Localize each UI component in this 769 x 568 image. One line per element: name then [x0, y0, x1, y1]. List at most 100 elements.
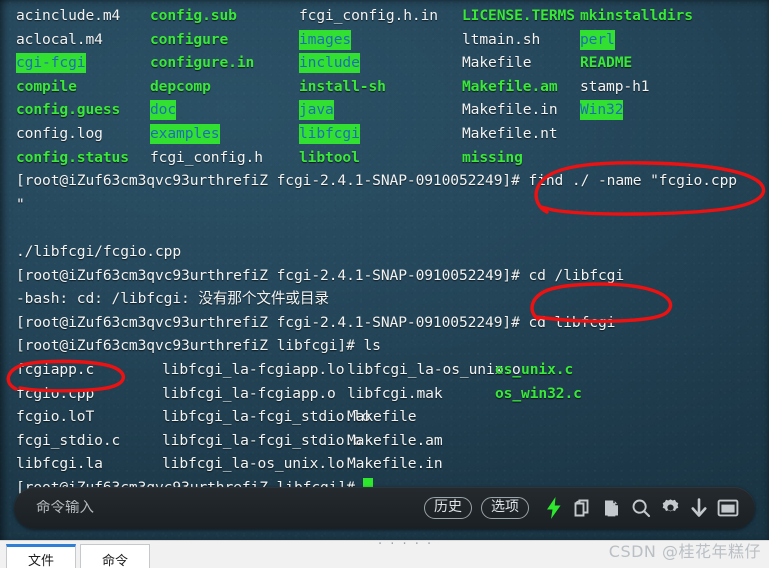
cd-error-message: -bash: cd: /libfcgi: 没有那个文件或目录 [16, 290, 329, 308]
ls-entry: Makefile.nt [462, 122, 580, 146]
ls-row: config.status fcgi_config.h libtool missing [16, 146, 769, 170]
ls-entry-name-dir: java [299, 100, 334, 121]
terminal-line-cd-rel: [root@iZuf63cm3qvc93urthrefiZ fcgi-2.4.1… [16, 311, 769, 335]
ls-entry: config.status [16, 146, 150, 170]
options-button[interactable]: 选项 [481, 496, 529, 520]
paste-icon[interactable] [599, 495, 625, 521]
command-bar: 历史 选项 [14, 487, 755, 529]
ls-entry-name-plain: Makefile.in [462, 101, 558, 119]
ls-entry: Win32 [580, 98, 710, 122]
ls-entry: Makefile.am [347, 429, 495, 453]
ls-entry-name-plain: fcgio.loT [16, 408, 95, 426]
ls-entry-name-plain: fcgio.cpp [16, 384, 95, 402]
resize-grip-dots[interactable]: · · · · · [378, 537, 433, 552]
ls-entry-name-exec: config.sub [150, 7, 237, 24]
ls-entry-name-plain: Makefile.in [347, 455, 443, 473]
ls-entry: config.log [16, 122, 150, 146]
ls-entry: libfcgi_la-os_unix.lo [162, 452, 347, 476]
ls-entry-name-exec: config.guess [16, 101, 121, 119]
ls-entry-name-exec: install-sh [299, 77, 386, 95]
ls-entry: missing [462, 146, 580, 170]
ls-entry-name-plain: libfcgi.mak [347, 384, 443, 402]
ls-entry: config.sub [150, 4, 299, 28]
ls-entry-name-exec: LICENSE.TERMS [462, 7, 575, 24]
ls-entry: compile [16, 75, 150, 99]
window-icon[interactable] [715, 495, 741, 521]
ls-entry-name-dir: Win32 [580, 100, 624, 121]
ls-entry: cgi-fcgi [16, 51, 150, 75]
ls-entry-name-plain: libfcgi_la-os_unix.lo [162, 455, 345, 473]
ls-entry-name-plain: fcgi_config.h.in [299, 7, 438, 24]
ls-entry: fcgi_stdio.c [16, 429, 162, 453]
ls-command-text: ls [363, 337, 381, 355]
terminal-window[interactable]: acinclude.m4 config.sub fcgi_config.h.in LI… [0, 0, 769, 540]
ls-entry-name-exec: compile [16, 77, 77, 95]
download-icon[interactable] [686, 495, 712, 521]
ls-entry-name-plain: acinclude.m4 [16, 7, 121, 24]
ls-entry: libfcgi.mak [347, 382, 495, 406]
gear-icon[interactable] [657, 495, 683, 521]
shell-prompt-libfcgi: [root@iZuf63cm3qvc93urthrefiZ libfcgi]# [16, 337, 364, 355]
ls-entry: libfcgi_la-os_unix.o [347, 358, 521, 382]
command-input[interactable] [36, 500, 424, 516]
ls-entry-name-plain: ltmain.sh [462, 30, 541, 48]
ls-entry-name-plain: Makefile.nt [462, 124, 558, 142]
ls-entry: configure [150, 28, 299, 52]
ls-entry: ltmain.sh [462, 28, 580, 52]
ls-row: fcgio.cpp libfcgi_la-fcgiapp.o libfcgi.mak… [16, 382, 769, 406]
terminal-line-cd-abs: [root@iZuf63cm3qvc93urthrefiZ fcgi-2.4.1… [16, 264, 769, 288]
ls-entry: README [580, 51, 710, 75]
ls-entry-name-dir: perl [580, 29, 615, 50]
ls-entry: acinclude.m4 [16, 4, 150, 28]
cd-abs-command-text: cd /libfcgi [528, 266, 625, 284]
copy-icon[interactable] [570, 495, 596, 521]
ls-entry: Makefile [462, 51, 580, 75]
shell-prompt: [root@iZuf63cm3qvc93urthrefiZ fcgi-2.4.1… [16, 313, 529, 331]
ls-entry-name-exec: mkinstalldirs [580, 7, 693, 24]
ls-entry: doc [150, 98, 299, 122]
ls-entry: libfcgi_la-fcgiapp.lo [162, 358, 347, 382]
ls-entry: libfcgi.la [16, 452, 162, 476]
ls-row: libfcgi.la libfcgi_la-os_unix.lo Makefile.… [16, 452, 769, 476]
watermark: CSDN @桂花年糕仔 [608, 542, 761, 561]
ls-entry-name-exec: config.status [16, 148, 129, 166]
search-icon[interactable] [628, 495, 654, 521]
ls-entry: mkinstalldirs [580, 4, 710, 28]
ls-row: compile depcomp install-sh Makefile.am stamp… [16, 75, 769, 99]
ls-entry: libtool [299, 146, 462, 170]
ls-entry-name-exec: depcomp [150, 77, 211, 95]
ls-entry: libfcgi_la-fcgi_stdio.lo [162, 405, 371, 429]
command-bar-container: 历史 选项 [0, 487, 769, 535]
ls-entry-name-exec: missing [462, 148, 523, 166]
ls-entry-name-exec: libtool [299, 148, 360, 166]
ls-entry: config.guess [16, 98, 150, 122]
screenshot-root: acinclude.m4 config.sub fcgi_config.h.in LI… [0, 0, 769, 568]
ls-entry: depcomp [150, 75, 299, 99]
ls-entry: Makefile [347, 405, 495, 429]
ls-row: config.guess doc java Makefile.in Win32 [16, 98, 769, 122]
ls-entry-name-plain: libfcgi_la-fcgi_stdio.o [162, 431, 362, 449]
ls-entry: libfcgi_la-fcgiapp.o [162, 382, 347, 406]
ls-entry: fcgio.cpp [16, 382, 162, 406]
footer-tab-1[interactable]: 命令 [80, 544, 150, 568]
ls-entry: Makefile.in [347, 452, 495, 476]
ls-entry: java [299, 98, 462, 122]
tab-strip: 文件 命令 [6, 544, 150, 568]
ls-entry-name-plain: config.log [16, 124, 103, 142]
ls-entry-name-plain: fcgi_config.h [150, 148, 263, 166]
ls-entry-name-plain: fcgiapp.c [16, 360, 95, 378]
ls-row: config.log examples libfcgi Makefile.nt [16, 122, 769, 146]
ls-row: acinclude.m4 config.sub fcgi_config.h.in LI… [16, 4, 769, 28]
footer-tab-label: 命令 [101, 554, 128, 568]
ls-entry: configure.in [150, 51, 299, 75]
ls-entry: images [299, 28, 462, 52]
terminal-line-blank-1 [16, 216, 769, 240]
ls-entry: os_win32.c [495, 382, 615, 406]
ls-entry: stamp-h1 [580, 75, 710, 99]
history-button[interactable]: 历史 [424, 496, 472, 520]
ls-entry: LICENSE.TERMS [462, 4, 580, 28]
lightning-icon[interactable] [541, 495, 567, 521]
find-command-continuation: " [16, 195, 25, 213]
ls-entry-name-plain: Makefile.am [347, 431, 443, 449]
footer-tab-0[interactable]: 文件 [6, 544, 76, 568]
